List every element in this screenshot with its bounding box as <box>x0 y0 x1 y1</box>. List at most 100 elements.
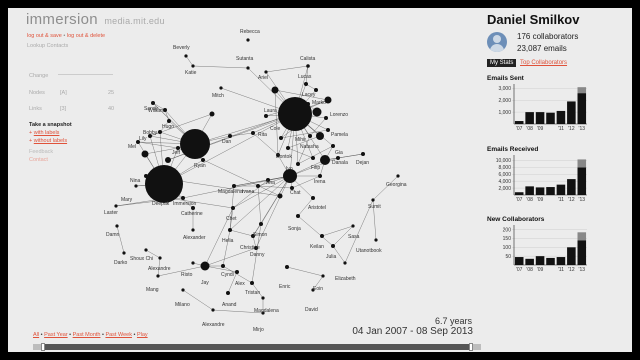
graph-node[interactable] <box>246 66 250 70</box>
node-label[interactable]: Mary <box>121 197 133 203</box>
graph-node[interactable] <box>228 228 232 232</box>
logout-save-link[interactable]: log out & save <box>27 33 62 39</box>
node-label[interactable]: Magdalena <box>254 308 279 314</box>
node-label[interactable]: Cyndi <box>221 272 234 278</box>
tab-my-stats[interactable]: My Stats <box>487 59 517 67</box>
node-label[interactable]: Risto <box>181 272 193 278</box>
node-label[interactable]: Simon <box>253 232 267 238</box>
filter-past-year[interactable]: Past Year <box>44 332 68 338</box>
node-label[interactable]: Ivo <box>286 166 293 172</box>
node-label[interactable]: Alexandre <box>202 322 225 328</box>
node-label[interactable]: Mirjo <box>253 327 264 333</box>
timeline-end-handle[interactable] <box>469 343 473 351</box>
change-slider[interactable] <box>58 74 113 75</box>
play-button[interactable]: Play <box>137 332 148 338</box>
graph-node[interactable] <box>141 150 149 158</box>
graph-node[interactable] <box>343 261 347 265</box>
node-label[interactable]: Catherine <box>181 211 203 217</box>
graph-node[interactable] <box>191 261 195 265</box>
timeline-start-handle[interactable] <box>41 343 45 351</box>
graph-node[interactable] <box>261 296 265 300</box>
graph-node[interactable] <box>158 130 162 134</box>
filter-all[interactable]: All <box>33 332 39 338</box>
node-label[interactable]: Lucas <box>298 74 312 80</box>
graph-node[interactable] <box>351 224 355 228</box>
node-label[interactable]: Milano <box>175 302 190 308</box>
graph-node[interactable] <box>396 174 400 178</box>
graph-node[interactable] <box>156 274 160 278</box>
graph-node[interactable] <box>201 158 205 162</box>
node-label[interactable]: Enric <box>279 284 291 290</box>
node-label[interactable]: Georgina <box>386 182 407 188</box>
graph-node[interactable] <box>331 244 335 248</box>
node-label[interactable]: Alexander <box>183 235 206 241</box>
graph-node[interactable] <box>296 214 300 218</box>
snapshot-with-labels-link[interactable]: with labels <box>34 130 60 136</box>
node-label[interactable]: Rebecca <box>240 29 260 35</box>
node-label[interactable]: Danala <box>332 160 348 166</box>
node-label[interactable]: Utanotbook <box>356 248 382 254</box>
filter-past-month[interactable]: Past Month <box>73 332 101 338</box>
graph-node[interactable] <box>209 111 215 117</box>
node-label[interactable]: Pamela <box>331 132 348 138</box>
node-label[interactable]: Immersion <box>173 201 197 207</box>
graph-node[interactable] <box>296 162 300 166</box>
graph-node[interactable] <box>361 152 365 156</box>
node-label[interactable]: Laura <box>264 108 277 114</box>
graph-node[interactable] <box>246 38 250 42</box>
graph-node[interactable] <box>320 155 330 165</box>
graph-node[interactable] <box>277 193 283 199</box>
node-label[interactable]: Tristan <box>245 290 260 296</box>
node-label[interactable]: Cole <box>270 126 281 132</box>
node-label[interactable]: Filip <box>311 165 320 171</box>
graph-node[interactable] <box>320 234 324 238</box>
lookup-contacts-link[interactable]: Lookup Contacts <box>27 43 68 49</box>
node-label[interactable]: Hugo <box>162 124 174 130</box>
graph-node[interactable] <box>285 265 289 269</box>
node-label[interactable]: Irena <box>314 179 326 185</box>
graph-node[interactable] <box>145 165 183 203</box>
node-label[interactable]: Dan <box>222 139 231 145</box>
graph-node[interactable] <box>232 184 236 188</box>
graph-node[interactable] <box>308 134 312 138</box>
node-label[interactable]: Marko <box>312 100 326 106</box>
node-label[interactable]: Chet <box>226 216 237 222</box>
graph-node[interactable] <box>167 119 171 123</box>
graph-node[interactable] <box>250 281 254 285</box>
node-label[interactable]: Katie <box>185 70 197 76</box>
graph-node[interactable] <box>134 184 138 188</box>
graph-node[interactable] <box>180 129 210 159</box>
graph-node[interactable] <box>114 204 118 208</box>
node-label[interactable]: Anand <box>222 302 237 308</box>
graph-node[interactable] <box>115 224 119 228</box>
graph-node[interactable] <box>306 64 310 68</box>
node-label[interactable]: Lorenzo <box>330 112 348 118</box>
node-label[interactable]: Laster <box>104 210 118 216</box>
node-label[interactable]: Eoin <box>313 286 323 292</box>
node-label[interactable]: Elizabeth <box>335 276 356 282</box>
graph-node[interactable] <box>304 82 308 86</box>
graph-node[interactable] <box>181 196 185 200</box>
node-label[interactable]: Ariel <box>258 75 268 81</box>
feedback-link[interactable]: Feedback <box>29 148 53 156</box>
node-label[interactable]: Darko <box>114 260 128 266</box>
node-label[interactable]: Dontok <box>276 154 292 160</box>
graph-node[interactable] <box>144 248 148 252</box>
node-label[interactable]: Magdalena <box>218 189 243 195</box>
graph-node[interactable] <box>374 238 378 242</box>
graph-node[interactable] <box>221 264 225 268</box>
graph-node[interactable] <box>122 251 126 255</box>
node-label[interactable]: Alex <box>235 281 245 287</box>
graph-node[interactable] <box>191 64 195 68</box>
node-label[interactable]: Alexandre <box>148 266 171 272</box>
graph-node[interactable] <box>228 134 232 138</box>
node-label[interactable]: Ivana <box>242 189 254 195</box>
graph-node[interactable] <box>318 174 322 178</box>
graph-node[interactable] <box>264 114 268 118</box>
node-label[interactable]: Beverly <box>173 45 190 51</box>
graph-node[interactable] <box>259 222 263 226</box>
graph-node[interactable] <box>316 132 324 140</box>
node-label[interactable]: Danny <box>250 252 265 258</box>
node-label[interactable]: Deepak <box>152 201 170 207</box>
node-label[interactable]: Chat <box>290 190 301 196</box>
